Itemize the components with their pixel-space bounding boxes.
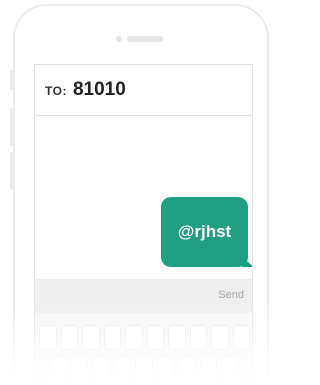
keyboard-key[interactable] bbox=[135, 356, 153, 381]
bubble-tail bbox=[242, 257, 252, 267]
keyboard-key[interactable] bbox=[199, 356, 217, 381]
keyboard-key[interactable] bbox=[146, 325, 164, 350]
keyboard-key[interactable] bbox=[156, 356, 174, 381]
recipient-number[interactable]: 81010 bbox=[73, 79, 126, 101]
keyboard-key[interactable] bbox=[125, 325, 143, 350]
keyboard-key[interactable] bbox=[49, 356, 67, 381]
message-bubble-outgoing: @rjhst bbox=[161, 197, 252, 267]
keyboard-key[interactable] bbox=[103, 325, 121, 350]
keyboard-key[interactable] bbox=[168, 325, 186, 350]
keyboard-row bbox=[39, 325, 250, 350]
send-button[interactable]: Send bbox=[218, 289, 244, 301]
keyboard-key[interactable] bbox=[92, 356, 110, 381]
message-text: @rjhst bbox=[177, 222, 232, 241]
keyboard-key[interactable] bbox=[189, 325, 207, 350]
camera-icon bbox=[116, 36, 122, 42]
keyboard-key[interactable] bbox=[211, 325, 229, 350]
keyboard[interactable] bbox=[35, 313, 252, 385]
keyboard-key[interactable] bbox=[70, 356, 88, 381]
compose-bar[interactable]: Send bbox=[35, 279, 252, 313]
keyboard-key[interactable] bbox=[113, 356, 131, 381]
keyboard-key[interactable] bbox=[39, 325, 57, 350]
recipient-bar[interactable]: TO: 81010 bbox=[35, 65, 252, 116]
to-label: TO: bbox=[45, 84, 67, 98]
keyboard-key[interactable] bbox=[221, 356, 239, 381]
keyboard-key[interactable] bbox=[82, 325, 100, 350]
speaker-grille bbox=[127, 36, 163, 42]
phone-illustration: TO: 81010 @rjhst Send bbox=[0, 0, 274, 385]
keyboard-row bbox=[49, 356, 239, 381]
keyboard-key[interactable] bbox=[60, 325, 78, 350]
keyboard-key[interactable] bbox=[178, 356, 196, 381]
sms-screen: TO: 81010 @rjhst Send bbox=[34, 64, 253, 385]
keyboard-key[interactable] bbox=[232, 325, 250, 350]
